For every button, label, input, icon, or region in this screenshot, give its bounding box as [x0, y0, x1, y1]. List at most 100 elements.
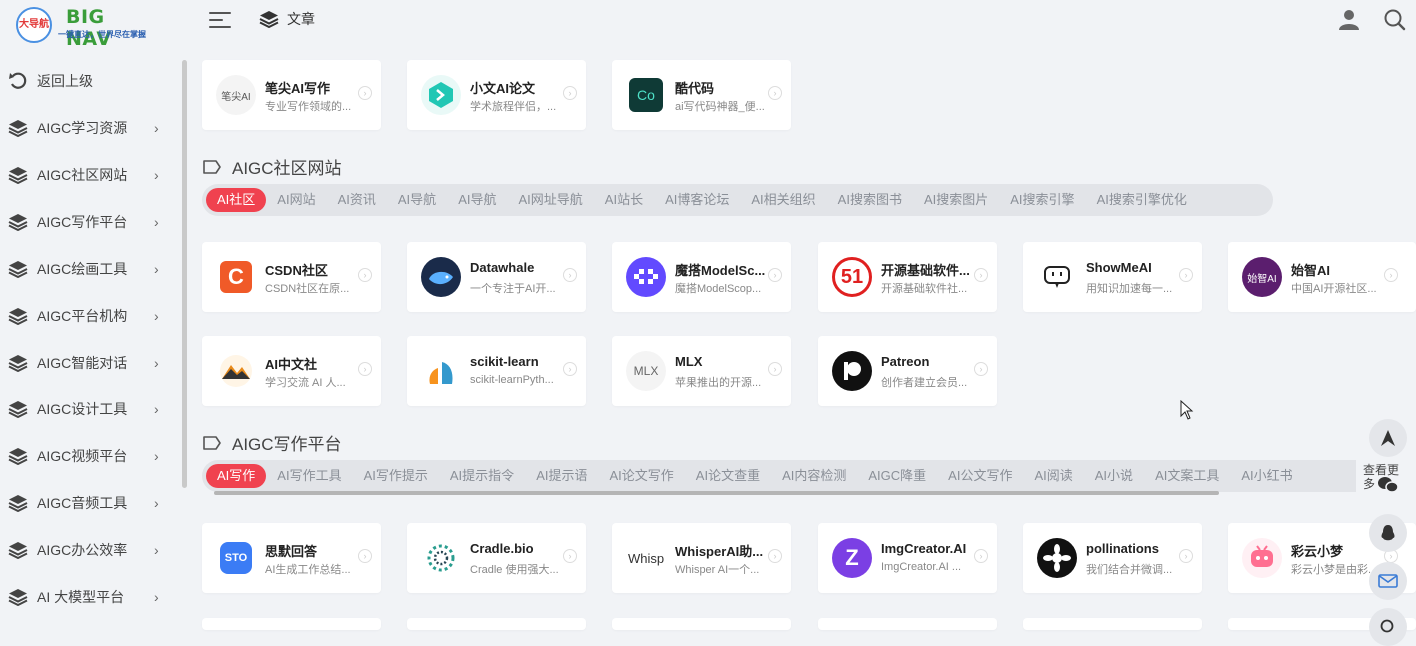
tab-ai-plagiarism-check[interactable]: AI论文查重 — [685, 464, 771, 488]
arrow-right-icon[interactable]: › — [563, 549, 577, 563]
tab-ai-orgs[interactable]: AI相关组织 — [740, 188, 826, 212]
sidebar-item-llm[interactable]: AI 大模型平台 › — [0, 577, 175, 617]
qq-button[interactable] — [1369, 514, 1407, 552]
back-to-top-button[interactable] — [1369, 419, 1407, 457]
tab-ai-writing[interactable]: AI写作 — [206, 464, 267, 488]
arrow-right-icon[interactable]: › — [1179, 268, 1193, 282]
tab-ai-seo[interactable]: AI搜索引擎优化 — [1086, 188, 1198, 212]
sidebar-item-back[interactable]: 返回上级 — [0, 61, 175, 101]
tab-ai-content-detection[interactable]: AI内容检测 — [771, 464, 857, 488]
tab-bar-scrollbar[interactable] — [214, 491, 1219, 495]
site-card[interactable] — [1023, 618, 1202, 630]
site-card[interactable]: scikit-learn scikit-learnPyth... › — [407, 336, 586, 406]
sidebar-item-audio[interactable]: AIGC音频工具 › — [0, 483, 175, 523]
tab-ai-paper-writing[interactable]: AI论文写作 — [598, 464, 684, 488]
tab-ai-prompt-phrases[interactable]: AI提示语 — [525, 464, 598, 488]
patreon-logo-icon — [832, 351, 872, 391]
site-card[interactable]: Patreon 创作者建立会员... › — [818, 336, 997, 406]
site-card[interactable] — [202, 618, 381, 630]
sidebar-item-platform-orgs[interactable]: AIGC平台机构 › — [0, 296, 175, 336]
tab-ai-nav[interactable]: AI导航 — [387, 188, 447, 212]
site-card[interactable]: Datawhale 一个专注于AI开... › — [407, 242, 586, 312]
arrow-right-icon[interactable]: › — [974, 268, 988, 282]
menu-icon[interactable] — [209, 10, 231, 30]
wechat-button[interactable] — [1369, 466, 1407, 504]
tab-ai-novel[interactable]: AI小说 — [1084, 464, 1144, 488]
site-card[interactable] — [407, 618, 586, 630]
arrow-right-icon[interactable]: › — [768, 549, 782, 563]
sidebar-item-chat[interactable]: AIGC智能对话 › — [0, 343, 175, 383]
site-card-desc: Cradle 使用强大... — [470, 564, 559, 576]
tab-ai-writing-tools[interactable]: AI写作工具 — [266, 464, 352, 488]
site-card[interactable] — [612, 618, 791, 630]
sidebar-scrollbar[interactable] — [182, 60, 187, 488]
nav-articles[interactable]: 文章 — [259, 9, 315, 29]
site-card[interactable]: STO 思默回答 AI生成工作总结... › — [202, 523, 381, 593]
sidebar-item-writing[interactable]: AIGC写作平台 › — [0, 202, 175, 242]
site-card[interactable]: Z ImgCreator.AI ImgCreator.AI ... › — [818, 523, 997, 593]
site-card[interactable]: 笔尖AI 笔尖AI写作 专业写作领域的... › — [202, 60, 381, 130]
site-card[interactable]: 小文AI论文 学术旅程伴侣，... › — [407, 60, 586, 130]
tab-ai-search-engines[interactable]: AI搜索引擎 — [999, 188, 1085, 212]
email-button[interactable] — [1369, 562, 1407, 600]
sidebar-item-design[interactable]: AIGC设计工具 › — [0, 389, 175, 429]
tab-ai-search-images[interactable]: AI搜索图片 — [913, 188, 999, 212]
arrow-right-icon[interactable]: › — [768, 362, 782, 376]
tab-ai-xiaohongshu[interactable]: AI小红书 — [1230, 464, 1303, 488]
tab-aigc-reduce-duplication[interactable]: AIGC降重 — [857, 464, 937, 488]
tab-ai-official-writing[interactable]: AI公文写作 — [937, 464, 1023, 488]
site-card[interactable]: Whisp WhisperAI助... Whisper AI一个... › — [612, 523, 791, 593]
tab-ai-nav-2[interactable]: AI导航 — [447, 188, 507, 212]
site-card[interactable]: 51 开源基础软件... 开源基础软件社... › — [818, 242, 997, 312]
arrow-right-icon[interactable]: › — [358, 86, 372, 100]
tab-ai-writing-prompts[interactable]: AI写作提示 — [353, 464, 439, 488]
site-card[interactable]: ShowMeAI 用知识加速每一... › — [1023, 242, 1202, 312]
arrow-right-icon[interactable]: › — [974, 362, 988, 376]
section-title-writing: AIGC写作平台 — [202, 430, 342, 455]
arrow-right-icon[interactable]: › — [358, 268, 372, 282]
sidebar-item-office[interactable]: AIGC办公效率 › — [0, 530, 175, 570]
site-card[interactable]: C CSDN社区 CSDN社区在原... › — [202, 242, 381, 312]
search-icon[interactable] — [1384, 9, 1406, 31]
arrow-right-icon[interactable]: › — [563, 362, 577, 376]
site-card[interactable]: AI中文社 学习交流 AI 人... › — [202, 336, 381, 406]
tab-ai-news[interactable]: AI资讯 — [327, 188, 387, 212]
arrow-right-icon[interactable]: › — [563, 86, 577, 100]
arrow-right-icon[interactable]: › — [1179, 549, 1193, 563]
site-card[interactable] — [818, 618, 997, 630]
sidebar-item-label: AIGC绘画工具 — [37, 261, 128, 277]
site-card[interactable]: 魔搭ModelSc... 魔搭ModelScop... › — [612, 242, 791, 312]
tab-ai-url-nav[interactable]: AI网址导航 — [507, 188, 593, 212]
site-card[interactable]: Co 酷代码 ai写代码神器_便... › — [612, 60, 791, 130]
sidebar-item-video[interactable]: AIGC视频平台 › — [0, 436, 175, 476]
site-card[interactable]: MLX MLX 苹果推出的开源... › — [612, 336, 791, 406]
tab-ai-search-books[interactable]: AI搜索图书 — [827, 188, 913, 212]
user-icon[interactable] — [1339, 9, 1359, 31]
tab-ai-forums[interactable]: AI博客论坛 — [654, 188, 740, 212]
site-card-desc: 专业写作领域的... — [265, 101, 352, 113]
arrow-right-icon[interactable]: › — [563, 268, 577, 282]
tab-ai-webmaster[interactable]: AI站长 — [594, 188, 654, 212]
tab-ai-prompt-commands[interactable]: AI提示指令 — [439, 464, 525, 488]
site-card[interactable]: pollinations 我们结合并微调... › — [1023, 523, 1202, 593]
arrow-right-icon[interactable]: › — [768, 268, 782, 282]
site-card[interactable]: Cradle.bio Cradle 使用强大... › — [407, 523, 586, 593]
simo-logo-icon: STO — [220, 542, 252, 574]
arrow-right-icon[interactable]: › — [1384, 268, 1398, 282]
pollinations-logo-icon — [1037, 538, 1077, 578]
tab-ai-copywriting[interactable]: AI文案工具 — [1144, 464, 1230, 488]
tab-ai-reading[interactable]: AI阅读 — [1023, 464, 1083, 488]
arrow-right-icon[interactable]: › — [358, 362, 372, 376]
chevron-right-icon: › — [154, 308, 159, 324]
site-card[interactable]: 始智AI 始智AI 中国AI开源社区... › — [1228, 242, 1416, 312]
tab-ai-community[interactable]: AI社区 — [206, 188, 267, 212]
site-logo[interactable]: 大导航 BIG NAV 一键直达，世界尽在掌握 — [14, 4, 154, 50]
arrow-right-icon[interactable]: › — [358, 549, 372, 563]
tab-ai-websites[interactable]: AI网站 — [266, 188, 326, 212]
sidebar-item-painting[interactable]: AIGC绘画工具 › — [0, 249, 175, 289]
arrow-right-icon[interactable]: › — [974, 549, 988, 563]
search-float-button[interactable] — [1369, 608, 1407, 646]
arrow-right-icon[interactable]: › — [768, 86, 782, 100]
sidebar-item-community[interactable]: AIGC社区网站 › — [0, 155, 175, 195]
sidebar-item-learning[interactable]: AIGC学习资源 › — [0, 108, 175, 148]
